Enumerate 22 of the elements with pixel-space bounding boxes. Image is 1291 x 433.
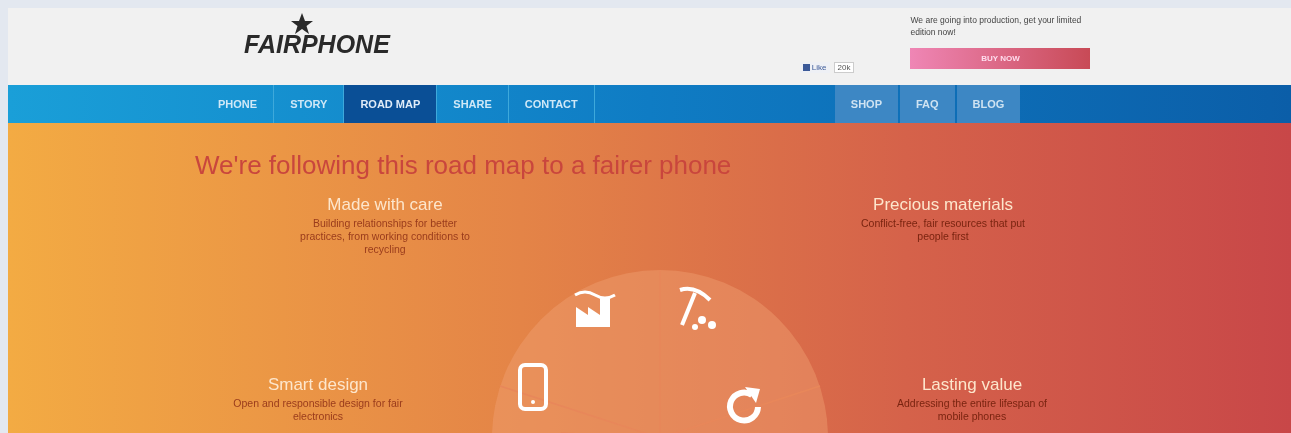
nav-tab[interactable]: ROAD MAP <box>344 85 438 123</box>
nav-tab[interactable]: FAQ <box>900 85 955 123</box>
feature-description: Addressing the entire lifespan of mobile phones <box>896 397 1048 423</box>
feature-title: Lasting value <box>920 375 1024 395</box>
feature-title: Made with care <box>326 195 444 215</box>
nav-tab[interactable]: SHOP <box>834 85 898 123</box>
feature-description: Building relationships for better practices, from working conditions to recycling <box>299 217 471 256</box>
logo[interactable]: FAIRPHONE <box>244 30 390 59</box>
feature-title: Smart design <box>266 375 370 395</box>
feature-description: Conflict-free, fair resources that put people first <box>860 217 1026 243</box>
feature-description: Open and responsible design for fair electronics <box>232 397 404 423</box>
facebook-icon <box>802 64 810 71</box>
like-count: 20k <box>833 62 855 73</box>
nav-tab[interactable]: BLOG <box>956 85 1021 123</box>
refresh-icon <box>727 387 761 424</box>
promo-text: We are going into production, get your limited edition now! <box>910 14 1083 38</box>
buy-now-button[interactable]: BUY NOW <box>910 48 1091 69</box>
factory-icon <box>574 290 616 327</box>
pickaxe-icon <box>679 286 716 330</box>
phone-icon <box>518 363 548 411</box>
like-button[interactable]: Like <box>799 62 830 73</box>
feature-title: Precious materials <box>872 195 1014 215</box>
